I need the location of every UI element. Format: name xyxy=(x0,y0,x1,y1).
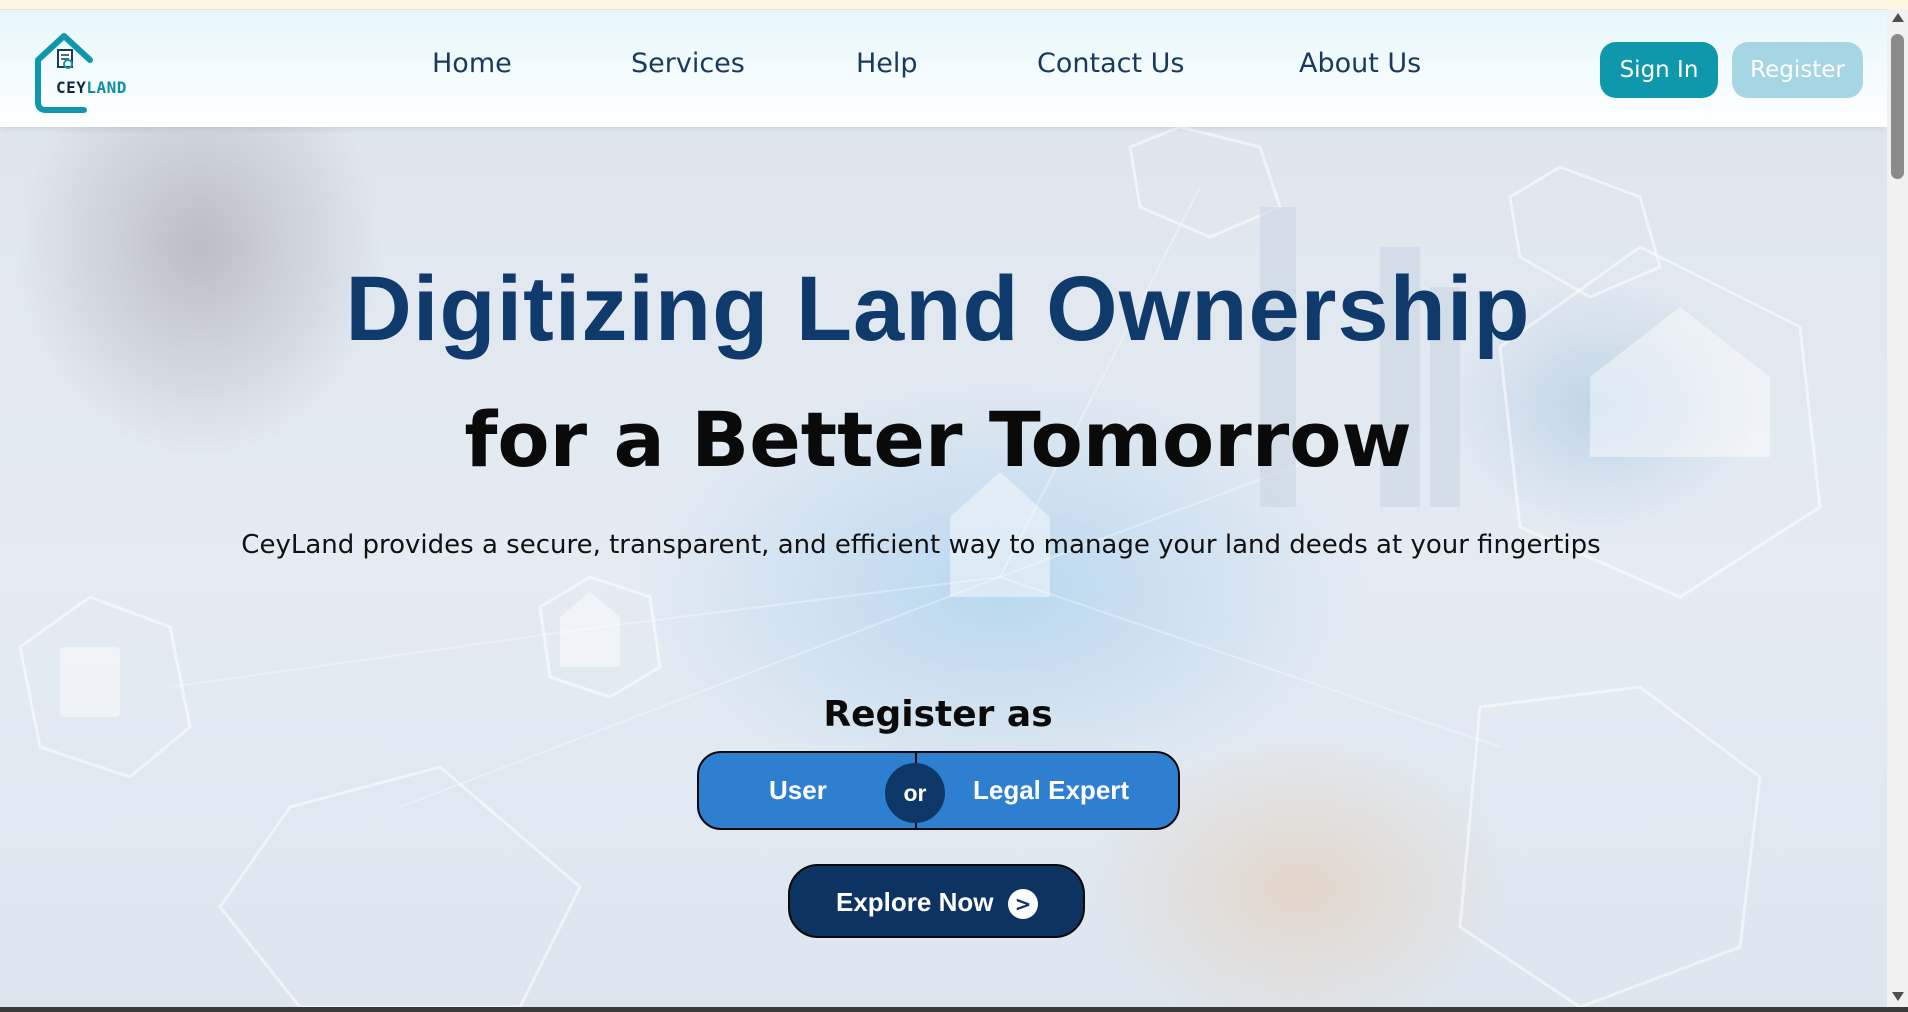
page-viewport: CEYLAND Home Services Help Contact Us Ab… xyxy=(0,10,1887,1007)
explore-now-label: Explore Now xyxy=(836,887,994,917)
nav-services[interactable]: Services xyxy=(631,48,745,79)
nav-help[interactable]: Help xyxy=(856,48,918,79)
sign-in-button[interactable]: Sign In xyxy=(1600,42,1718,98)
nav-about-us[interactable]: About Us xyxy=(1299,48,1421,79)
nav-home[interactable]: Home xyxy=(432,48,512,79)
hero-headline: Digitizing Land Ownership xyxy=(345,258,1531,360)
arrow-right-icon: > xyxy=(1008,889,1038,919)
scroll-down-icon[interactable] xyxy=(1892,992,1904,1001)
explore-now-button[interactable]: Explore Now > xyxy=(788,864,1085,938)
register-legal-expert-option[interactable]: Legal Expert xyxy=(973,775,1129,806)
register-user-option[interactable]: User xyxy=(769,775,827,806)
register-button[interactable]: Register xyxy=(1732,42,1863,98)
scroll-up-icon[interactable] xyxy=(1892,13,1904,22)
hero-subheadline: for a Better Tomorrow xyxy=(464,395,1412,484)
register-type-toggle: User Legal Expert or xyxy=(697,751,1180,830)
register-as-label: Register as xyxy=(823,694,1053,735)
or-badge: or xyxy=(885,763,945,823)
hero-tagline: CeyLand provides a secure, transparent, … xyxy=(241,530,1601,560)
browser-top-strip xyxy=(0,0,1908,10)
vertical-scrollbar[interactable] xyxy=(1887,9,1908,1007)
scrollbar-thumb[interactable] xyxy=(1891,34,1904,179)
navbar: CEYLAND Home Services Help Contact Us Ab… xyxy=(0,10,1887,127)
browser-bottom-strip xyxy=(0,1007,1908,1012)
hero-section: Digitizing Land Ownership for a Better T… xyxy=(0,127,1887,1007)
nav-contact-us[interactable]: Contact Us xyxy=(1037,48,1184,79)
